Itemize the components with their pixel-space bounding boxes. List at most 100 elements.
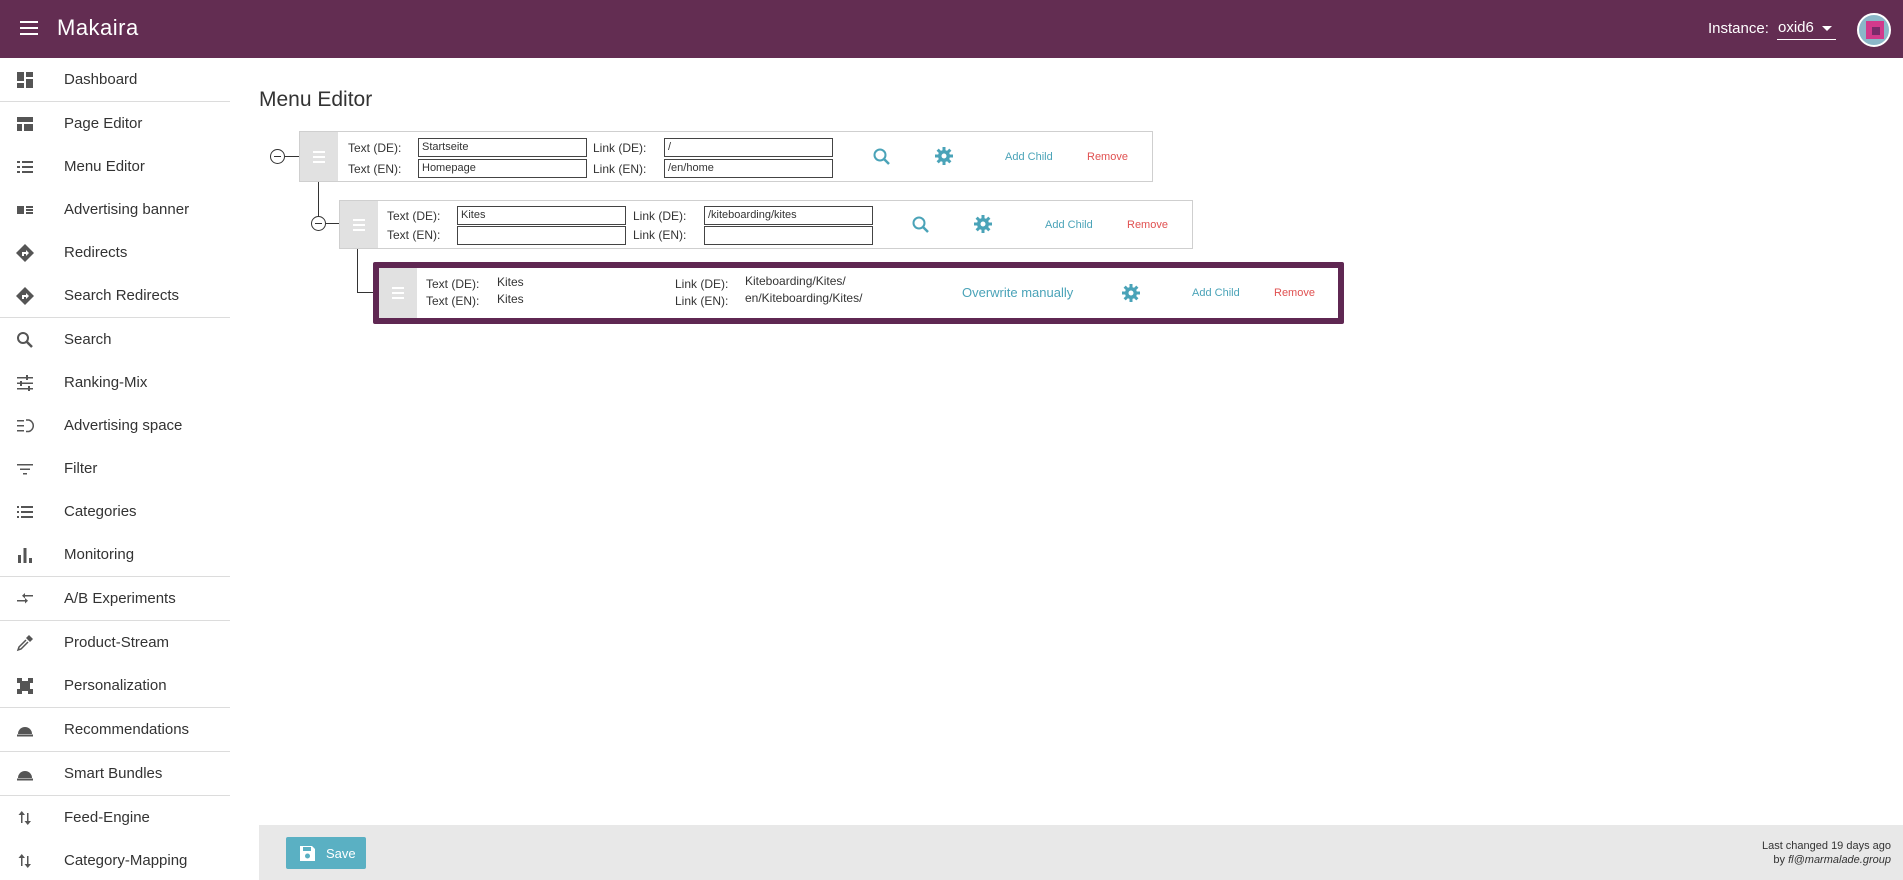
link-de-label: Link (DE): <box>633 209 687 223</box>
sidebar-item-label: Category-Mapping <box>64 852 188 869</box>
page-title: Menu Editor <box>259 88 373 111</box>
text-de-label: Text (DE): <box>426 277 480 291</box>
link-en-input[interactable] <box>704 226 873 245</box>
add-child-button[interactable]: Add Child <box>1005 151 1053 163</box>
remove-button[interactable]: Remove <box>1087 151 1128 163</box>
link-en-input[interactable]: /en/home <box>664 159 833 178</box>
link-de-input[interactable]: /kiteboarding/kites <box>704 206 873 225</box>
sidebar-item-label: Personalization <box>64 677 167 694</box>
sidebar-item-ranking-mix[interactable]: Ranking-Mix <box>0 361 230 404</box>
drag-handle-icon[interactable] <box>340 201 378 248</box>
overwrite-manually-link[interactable]: Overwrite manually <box>962 285 1073 300</box>
instance-label: Instance: <box>1708 20 1769 37</box>
redirect-icon <box>16 244 34 262</box>
sidebar-item-label: Recommendations <box>64 721 190 738</box>
cloche-icon <box>17 771 33 781</box>
text-de-input[interactable]: Kites <box>457 206 626 225</box>
sidebar-item-label: Dashboard <box>64 71 138 88</box>
remove-button[interactable]: Remove <box>1127 219 1168 231</box>
text-de-value: Kites <box>497 275 524 289</box>
sidebar-item-categories[interactable]: Categories <box>0 490 230 533</box>
gear-icon[interactable] <box>1121 283 1141 303</box>
search-icon[interactable] <box>911 215 931 235</box>
search-icon[interactable] <box>872 147 892 167</box>
sidebar-item-redirects[interactable]: Redirects <box>0 231 230 274</box>
sidebar-item-label: Advertising banner <box>64 201 190 218</box>
sidebar-item-label: Ranking-Mix <box>64 374 148 391</box>
gear-icon[interactable] <box>973 214 993 234</box>
instance-select[interactable]: oxid6 <box>1777 19 1836 40</box>
link-de-value: Kiteboarding/Kites/ <box>745 274 846 288</box>
add-child-button[interactable]: Add Child <box>1045 219 1093 231</box>
advertising-space-icon <box>17 419 34 433</box>
add-child-button[interactable]: Add Child <box>1192 287 1240 299</box>
text-en-label: Text (EN): <box>348 162 402 176</box>
caret-down-icon <box>1821 26 1832 31</box>
sidebar-item-label: Smart Bundles <box>64 765 163 782</box>
sidebar-item-search-redirects[interactable]: Search Redirects <box>0 274 230 317</box>
tree-connector <box>326 223 339 224</box>
collapse-toggle-kites[interactable] <box>311 216 326 231</box>
gear-icon[interactable] <box>934 146 954 166</box>
sidebar-item-label: Feed-Engine <box>64 809 150 826</box>
menu-list-icon <box>17 161 33 173</box>
save-label: Save <box>326 846 356 861</box>
sidebar-item-smart-bundles[interactable]: Smart Bundles <box>0 752 230 795</box>
sidebar-item-advertising-banner[interactable]: Advertising banner <box>0 188 230 231</box>
avatar[interactable] <box>1857 13 1891 47</box>
sidebar-item-monitoring[interactable]: Monitoring <box>0 533 230 576</box>
sidebar-item-menu-editor[interactable]: Menu Editor <box>0 145 230 188</box>
link-en-value: en/Kiteboarding/Kites/ <box>745 291 863 305</box>
swap-vertical-icon <box>18 811 31 825</box>
hamburger-menu-icon[interactable] <box>18 18 40 40</box>
top-app-bar: Makaira Instance: oxid6 <box>0 0 1903 58</box>
swap-vertical-icon <box>18 854 31 868</box>
instance-value: oxid6 <box>1778 19 1814 36</box>
drag-handle-icon[interactable] <box>379 268 417 318</box>
link-de-input[interactable]: / <box>664 138 833 157</box>
sidebar-item-filter[interactable]: Filter <box>0 447 230 490</box>
search-redirect-icon <box>16 287 34 305</box>
cloche-icon <box>17 727 33 737</box>
sidebar-item-personalization[interactable]: Personalization <box>0 664 230 707</box>
sidebar-item-label: Categories <box>64 503 137 520</box>
sidebar-item-feed-engine[interactable]: Feed-Engine <box>0 796 230 839</box>
menu-node-startseite: Text (DE): Text (EN): Startseite Homepag… <box>299 131 1153 182</box>
by-prefix: by <box>1773 854 1786 866</box>
sidebar-item-label: Advertising space <box>64 417 183 434</box>
collapse-toggle-root[interactable] <box>270 149 285 164</box>
sidebar-item-label: Search <box>64 331 112 348</box>
sidebar-item-category-mapping[interactable]: Category-Mapping <box>0 839 230 880</box>
sidebar-item-dashboard[interactable]: Dashboard <box>0 58 230 101</box>
page-editor-icon <box>17 117 33 131</box>
filter-icon <box>17 464 33 475</box>
save-button[interactable]: Save <box>286 837 366 869</box>
last-changed-info: Last changed 19 days ago by fl@marmalade… <box>1762 839 1891 867</box>
text-de-input[interactable]: Startseite <box>418 138 587 157</box>
sidebar-item-ab-experiments[interactable]: A/B Experiments <box>0 577 230 620</box>
sidebar-item-page-editor[interactable]: Page Editor <box>0 102 230 145</box>
sidebar-item-advertising-space[interactable]: Advertising space <box>0 404 230 447</box>
drag-handle-icon[interactable] <box>300 132 338 181</box>
sidebar-item-product-stream[interactable]: Product-Stream <box>0 621 230 664</box>
sidebar-item-label: Monitoring <box>64 546 135 563</box>
tree-connector <box>357 248 358 292</box>
link-de-label: Link (DE): <box>675 277 729 291</box>
link-en-label: Link (EN): <box>633 228 687 242</box>
banner-icon <box>17 206 33 214</box>
sidebar-item-label: Redirects <box>64 244 128 261</box>
link-en-label: Link (EN): <box>593 162 647 176</box>
sidebar-item-label: Page Editor <box>64 115 143 132</box>
remove-button[interactable]: Remove <box>1274 287 1315 299</box>
tune-icon <box>17 375 33 391</box>
personalization-icon <box>17 678 33 694</box>
text-en-label: Text (EN): <box>387 228 441 242</box>
text-en-input[interactable] <box>457 226 626 245</box>
last-changed-text: Last changed 19 days ago <box>1761 840 1891 852</box>
text-en-input[interactable]: Homepage <box>418 159 587 178</box>
sidebar-item-recommendations[interactable]: Recommendations <box>0 708 230 751</box>
sidebar-item-label: Search Redirects <box>64 287 180 304</box>
sidebar: Dashboard Page Editor Menu Editor Advert… <box>0 58 230 880</box>
search-icon <box>17 332 33 348</box>
sidebar-item-search[interactable]: Search <box>0 318 230 361</box>
